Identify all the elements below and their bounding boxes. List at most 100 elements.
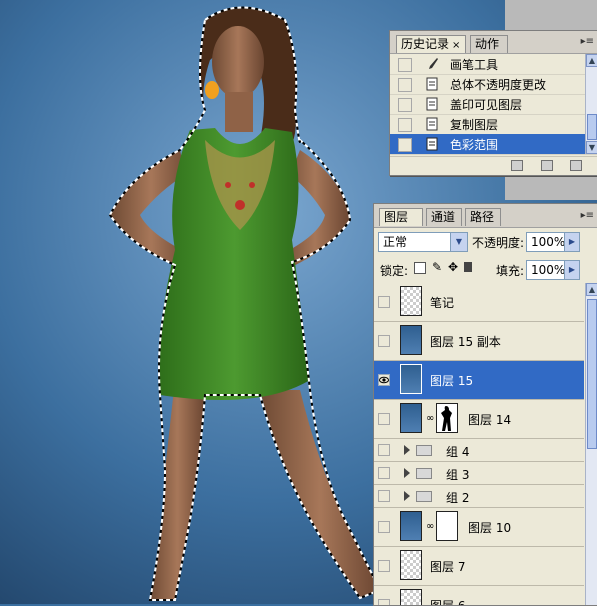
- visibility-toggle[interactable]: [378, 599, 390, 605]
- layer-name[interactable]: 笔记: [430, 294, 454, 311]
- history-source-checkbox[interactable]: [398, 98, 412, 112]
- history-scrollbar[interactable]: ▲ ▼: [585, 54, 597, 154]
- history-source-checkbox[interactable]: [398, 78, 412, 92]
- group-row[interactable]: 组 3: [374, 462, 584, 485]
- layer-thumbnail: [400, 550, 422, 580]
- tab-channels-label: 通道: [431, 210, 456, 224]
- layer-row[interactable]: 图层 7: [374, 547, 584, 586]
- document-state-icon: [426, 137, 438, 151]
- history-source-checkbox[interactable]: [398, 118, 412, 132]
- visibility-toggle[interactable]: [378, 467, 390, 479]
- group-name[interactable]: 组 2: [446, 489, 469, 506]
- scroll-thumb[interactable]: [587, 299, 597, 449]
- visibility-toggle[interactable]: [378, 335, 390, 347]
- history-state-item-current[interactable]: 色彩范围: [390, 134, 597, 155]
- scroll-down-icon[interactable]: ▼: [586, 141, 597, 154]
- blend-mode-select[interactable]: 正常 ▼: [378, 232, 468, 252]
- layer-name[interactable]: 图层 15: [430, 372, 473, 389]
- layer-mask-thumbnail[interactable]: [436, 511, 458, 541]
- tab-channels[interactable]: 通道: [426, 208, 462, 226]
- opacity-value: 100%: [531, 235, 566, 249]
- tab-actions[interactable]: 动作: [470, 35, 508, 53]
- layer-name[interactable]: 图层 15 副本: [430, 333, 501, 350]
- link-icon: ∞: [426, 413, 435, 424]
- trash-icon[interactable]: [570, 160, 582, 171]
- group-name[interactable]: 组 3: [446, 466, 469, 483]
- palette-menu-icon[interactable]: ▸≡: [581, 36, 594, 47]
- layer-row-selected[interactable]: 图层 15: [374, 361, 584, 400]
- layer-thumbnail: [400, 589, 422, 605]
- group-row[interactable]: 组 4: [374, 439, 584, 462]
- folder-icon: [416, 445, 432, 456]
- layer-mask-thumbnail[interactable]: [436, 403, 458, 433]
- visibility-toggle[interactable]: [378, 560, 390, 572]
- brush-icon: [429, 58, 438, 69]
- lock-all-icon[interactable]: [464, 262, 472, 272]
- layer-name[interactable]: 图层 14: [468, 411, 511, 428]
- visibility-toggle[interactable]: [378, 444, 390, 456]
- layer-row[interactable]: ∞ 图层 10: [374, 508, 584, 547]
- visibility-toggle[interactable]: [378, 521, 390, 533]
- palette-menu-icon[interactable]: ▸≡: [581, 210, 594, 221]
- visibility-toggle[interactable]: [378, 296, 390, 308]
- history-state-label: 画笔工具: [450, 58, 499, 72]
- opacity-label: 不透明度:: [472, 236, 525, 250]
- fill-value: 100%: [531, 263, 566, 277]
- snapshot-icon[interactable]: [541, 160, 553, 171]
- tab-history[interactable]: 历史记录 ×: [396, 35, 466, 53]
- scroll-up-icon[interactable]: ▲: [586, 283, 597, 296]
- blend-mode-value: 正常: [383, 235, 408, 249]
- chevron-down-icon[interactable]: ▼: [450, 233, 467, 251]
- fill-field[interactable]: 100% ▶: [526, 260, 580, 280]
- layers-tabbar: 图层× 通道 路径 ▸≡: [374, 204, 597, 241]
- chevron-right-icon[interactable]: ▶: [564, 233, 579, 251]
- lock-position-icon[interactable]: ✥: [448, 260, 458, 274]
- expand-triangle-icon[interactable]: [404, 468, 410, 478]
- history-palette: 历史记录 × 动作 ▸≡ 画笔工具 总体不透明度更改 盖印可见图层 复制图层 色彩…: [389, 30, 597, 176]
- group-row[interactable]: 组 2: [374, 485, 584, 508]
- lock-label: 锁定:: [380, 264, 409, 278]
- tab-history-label: 历史记录: [401, 37, 450, 51]
- history-state-item[interactable]: 画笔工具: [390, 54, 597, 75]
- chevron-right-icon[interactable]: ▶: [564, 261, 579, 279]
- layer-name[interactable]: 图层 7: [430, 558, 465, 575]
- layers-scrollbar[interactable]: ▲: [585, 283, 597, 605]
- history-source-checkbox[interactable]: [398, 58, 412, 72]
- lock-transparency-icon[interactable]: [414, 262, 426, 274]
- layer-row[interactable]: 笔记: [374, 283, 584, 322]
- new-document-from-state-icon[interactable]: [511, 160, 523, 171]
- layer-row[interactable]: ∞ 图层 14: [374, 400, 584, 439]
- tab-actions-label: 动作: [475, 37, 500, 51]
- history-state-item[interactable]: 盖印可见图层: [390, 94, 597, 115]
- tab-paths[interactable]: 路径: [465, 208, 501, 226]
- layer-thumbnail: [400, 286, 422, 316]
- history-tabbar: 历史记录 × 动作 ▸≡: [390, 31, 597, 54]
- lock-image-icon[interactable]: ✎: [432, 260, 442, 274]
- history-state-item[interactable]: 复制图层: [390, 114, 597, 135]
- layer-row[interactable]: 图层 6: [374, 586, 584, 605]
- tab-layers[interactable]: 图层×: [379, 208, 423, 241]
- layer-thumbnail: [400, 403, 422, 433]
- scroll-up-icon[interactable]: ▲: [586, 54, 597, 67]
- layer-thumbnail: [400, 364, 422, 394]
- eye-icon[interactable]: [378, 374, 390, 386]
- layer-name[interactable]: 图层 10: [468, 519, 511, 536]
- link-icon: ∞: [426, 521, 435, 532]
- scroll-thumb[interactable]: [587, 114, 597, 140]
- close-icon[interactable]: ×: [452, 40, 460, 51]
- tab-layers-label: 图层: [384, 210, 409, 224]
- opacity-field[interactable]: 100% ▶: [526, 232, 580, 252]
- visibility-toggle[interactable]: [378, 490, 390, 502]
- history-state-item[interactable]: 总体不透明度更改: [390, 74, 597, 95]
- history-source-checkbox[interactable]: [398, 138, 412, 152]
- visibility-toggle[interactable]: [378, 413, 390, 425]
- tab-paths-label: 路径: [470, 210, 495, 224]
- fill-label: 填充:: [496, 264, 525, 278]
- expand-triangle-icon[interactable]: [404, 445, 410, 455]
- group-name[interactable]: 组 4: [446, 443, 469, 460]
- expand-triangle-icon[interactable]: [404, 491, 410, 501]
- history-footer: [390, 156, 597, 175]
- history-state-label: 色彩范围: [450, 138, 499, 152]
- document-state-icon: [426, 77, 438, 91]
- layer-row[interactable]: 图层 15 副本: [374, 322, 584, 361]
